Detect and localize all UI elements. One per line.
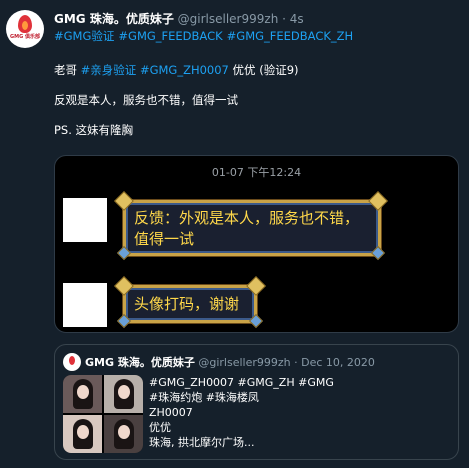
quoted-text-line: 优优 [149,421,171,434]
tweet-text-line-1: 老哥 #亲身验证 #GMG_ZH0007 优优 (验证9) [54,62,299,78]
tweet-media-image[interactable]: 01-07 下午12:24 反馈：外观是本人，服务也不错，值得一试 头像打码，谢… [54,155,459,333]
quoted-tweet-meta: @girlseller999zh · Dec 10, 2020 [198,356,375,369]
author-name[interactable]: GMG 珠海。优质妹子 [54,12,174,26]
face-shape [118,385,130,399]
hashtag-line: #GMG验证 #GMG_FEEDBACK #GMG_FEEDBACK_ZH [54,28,357,44]
photo-thumbnail [63,415,102,453]
quoted-text-line: 珠海, 拱北摩尔广场... [149,436,255,449]
avatar-label: GMG 俱乐部 [10,34,40,40]
line1-prefix: 老哥 [54,63,77,77]
quoted-tweet-header: GMG 珠海。优质妹子 @girlseller999zh · Dec 10, 2… [85,354,375,370]
redacted-avatar [63,283,107,327]
header-separator: · [282,12,286,26]
flame-icon [69,356,75,365]
photo-thumbnail [63,375,102,413]
quoted-tweet-text: #GMG_ZH0007 #GMG_ZH #GMG #珠海约炮 #珠海楼凤 ZH0… [149,375,334,450]
quoted-text-line: ZH0007 [149,406,193,419]
chat-message: 反馈：外观是本人，服务也不错，值得一试 [134,209,360,248]
author-avatar[interactable]: GMG 俱乐部 [6,10,44,48]
flame-core-icon [22,21,28,30]
quoted-tweet[interactable]: GMG 珠海。优质妹子 @girlseller999zh · Dec 10, 2… [54,344,459,460]
tweet-text-line-3: PS. 这妹有隆胸 [54,123,134,137]
chat-bubble: 头像打码，谢谢 [123,285,257,323]
quoted-text-line: #珠海约炮 #珠海楼凤 [149,391,259,404]
hashtag-link[interactable]: #GMG_ZH0007 [140,63,229,77]
quoted-author-name: GMG 珠海。优质妹子 [85,356,195,369]
line1-suffix: 优优 (验证9) [232,63,299,77]
quoted-author-avatar [63,353,81,371]
tweet[interactable]: GMG 俱乐部 GMG 珠海。优质妹子 @girlseller999zh · 4… [0,0,469,468]
hashtag-link[interactable]: #GMG_FEEDBACK_ZH [227,29,354,43]
chat-message: 头像打码，谢谢 [134,295,240,313]
photo-thumbnail [104,375,143,413]
photo-thumbnail [104,415,143,453]
hashtag-link[interactable]: #亲身验证 [81,63,137,77]
chat-timestamp: 01-07 下午12:24 [211,166,302,179]
tweet-text-line-2: 反观是本人，服务也不错，值得一试 [54,93,238,107]
redacted-avatar [63,198,107,242]
chat-bubble: 反馈：外观是本人，服务也不错，值得一试 [123,200,381,256]
hashtag-link[interactable]: #GMG验证 [54,29,114,43]
quoted-text-line: #GMG_ZH0007 #GMG_ZH #GMG [149,376,334,389]
face-shape [77,385,89,399]
hashtag-link[interactable]: #GMG_FEEDBACK [118,29,222,43]
face-shape [118,425,130,439]
quoted-tweet-images [63,375,143,453]
tweet-time[interactable]: 4s [290,12,304,26]
tweet-header: GMG 珠海。优质妹子 @girlseller999zh · 4s [54,10,304,27]
author-handle[interactable]: @girlseller999zh [178,12,279,26]
face-shape [77,425,89,439]
